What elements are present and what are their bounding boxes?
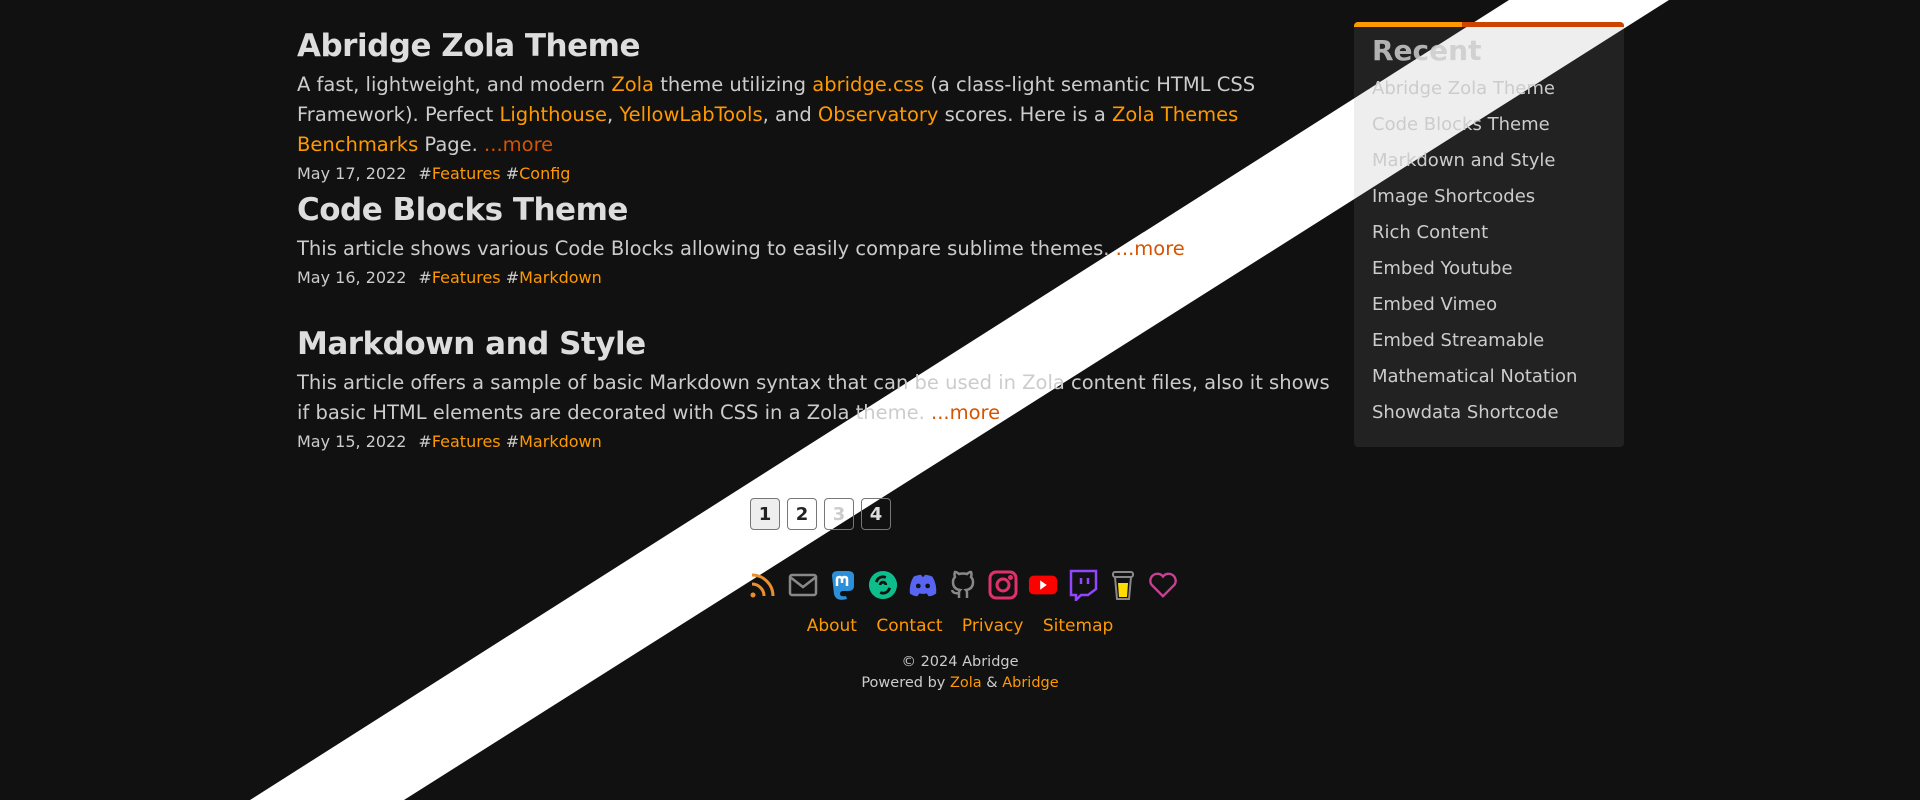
footer-link-about[interactable]: About <box>807 616 857 636</box>
post-meta: May 15, 2022 #Features #Markdown <box>297 432 602 451</box>
discord-icon[interactable] <box>908 569 938 601</box>
post-date: May 15, 2022 <box>297 432 407 451</box>
youtube-icon[interactable] <box>1028 569 1058 601</box>
sidebar-title: Recent <box>1372 34 1482 67</box>
social-links <box>748 569 1178 601</box>
powered-by-label: Powered by <box>861 675 950 691</box>
post: Abridge Zola Theme A fast, lightweight, … <box>297 28 1347 183</box>
post-summary: This article shows various Code Blocks a… <box>297 234 1185 264</box>
summary-text: , <box>606 103 620 126</box>
post-title[interactable]: Abridge Zola Theme <box>297 28 1347 64</box>
page-2-button[interactable]: 2 <box>787 498 817 530</box>
tag-link[interactable]: Features <box>432 268 501 287</box>
footer-copyright: © 2024 Abridge Powered by Zola & Abridge <box>0 652 1920 694</box>
zola-link[interactable]: Zola <box>950 675 982 691</box>
recent-post-link[interactable]: Embed Vimeo <box>1372 287 1606 323</box>
post: Code Blocks Theme This article shows var… <box>297 192 1185 287</box>
read-more-link[interactable]: ...more <box>1116 237 1185 260</box>
recent-sidebar: Recent Abridge Zola Theme Code Blocks The… <box>1354 22 1624 447</box>
mail-icon[interactable] <box>788 569 818 601</box>
recent-post-link[interactable]: Rich Content <box>1372 215 1606 251</box>
post-meta: May 16, 2022 #Features #Markdown <box>297 268 602 287</box>
recent-post-link[interactable]: Mathematical Notation <box>1372 359 1606 395</box>
read-more-link[interactable]: ...more <box>484 133 553 156</box>
pagination: 1 2 3 4 <box>750 498 891 530</box>
heart-icon[interactable] <box>1148 569 1178 601</box>
tag-link[interactable]: Markdown <box>519 268 602 287</box>
inline-link[interactable]: Observatory <box>818 103 939 126</box>
tag-link[interactable]: Markdown <box>519 432 602 451</box>
footer-link-sitemap[interactable]: Sitemap <box>1043 616 1113 636</box>
buymeacoffee-icon[interactable] <box>1108 569 1138 601</box>
read-more-link[interactable]: ...more <box>931 401 1000 424</box>
github-icon[interactable] <box>948 569 978 601</box>
rss-icon[interactable] <box>748 569 778 601</box>
footer-link-contact[interactable]: Contact <box>876 616 942 636</box>
recent-post-link[interactable]: Embed Youtube <box>1372 251 1606 287</box>
post-date: May 17, 2022 <box>297 164 407 183</box>
summary-text: Page. <box>418 133 485 156</box>
summary-text: This article offers a sample of basic Ma… <box>297 371 1330 424</box>
inline-link[interactable]: abridge.css <box>812 73 924 96</box>
instagram-icon[interactable] <box>988 569 1018 601</box>
post-summary: A fast, lightweight, and modern Zola the… <box>297 70 1347 160</box>
page-3-button[interactable]: 3 <box>824 498 854 530</box>
recent-post-link[interactable]: Image Shortcodes <box>1372 179 1606 215</box>
recent-post-link[interactable]: Showdata Shortcode <box>1372 395 1606 431</box>
tag-link[interactable]: Features <box>432 164 501 183</box>
summary-text: , and <box>762 103 818 126</box>
post-date: May 16, 2022 <box>297 268 407 287</box>
tag-link[interactable]: Config <box>519 164 570 183</box>
post-title[interactable]: Code Blocks Theme <box>297 192 1185 228</box>
post-title[interactable]: Markdown and Style <box>297 326 1347 362</box>
page-4-button[interactable]: 4 <box>861 498 891 530</box>
powered-by: Powered by Zola & Abridge <box>0 673 1920 694</box>
recent-post-link[interactable]: Abridge Zola Theme <box>1372 71 1606 107</box>
post-summary: This article offers a sample of basic Ma… <box>297 368 1347 428</box>
summary-text: A fast, lightweight, and modern <box>297 73 612 96</box>
inline-link[interactable]: Zola <box>611 73 654 96</box>
post: Markdown and Style This article offers a… <box>297 326 1347 451</box>
tag-link[interactable]: Features <box>432 432 501 451</box>
inline-link[interactable]: Lighthouse <box>499 103 606 126</box>
recent-list: Abridge Zola Theme Code Blocks Theme Markd… <box>1372 71 1606 431</box>
mastodon-icon[interactable] <box>828 569 858 601</box>
ampersand: & <box>981 675 1003 691</box>
abridge-link[interactable]: Abridge <box>1002 675 1058 691</box>
copyright-text: © 2024 Abridge <box>901 654 1019 670</box>
twitch-icon[interactable] <box>1068 569 1098 601</box>
matrix-icon[interactable] <box>868 569 898 601</box>
footer-link-privacy[interactable]: Privacy <box>962 616 1024 636</box>
page-1-button[interactable]: 1 <box>750 498 780 530</box>
summary-text: scores. Here is a <box>938 103 1112 126</box>
post-meta: May 17, 2022 #Features #Config <box>297 164 571 183</box>
recent-post-link[interactable]: Code Blocks Theme <box>1372 107 1606 143</box>
recent-post-link[interactable]: Markdown and Style <box>1372 143 1606 179</box>
summary-text: This article shows various Code Blocks a… <box>297 237 1116 260</box>
summary-text: theme utilizing <box>654 73 813 96</box>
footer-links: About Contact Privacy Sitemap <box>0 616 1920 636</box>
inline-link[interactable]: YellowLabTools <box>619 103 762 126</box>
recent-post-link[interactable]: Embed Streamable <box>1372 323 1606 359</box>
